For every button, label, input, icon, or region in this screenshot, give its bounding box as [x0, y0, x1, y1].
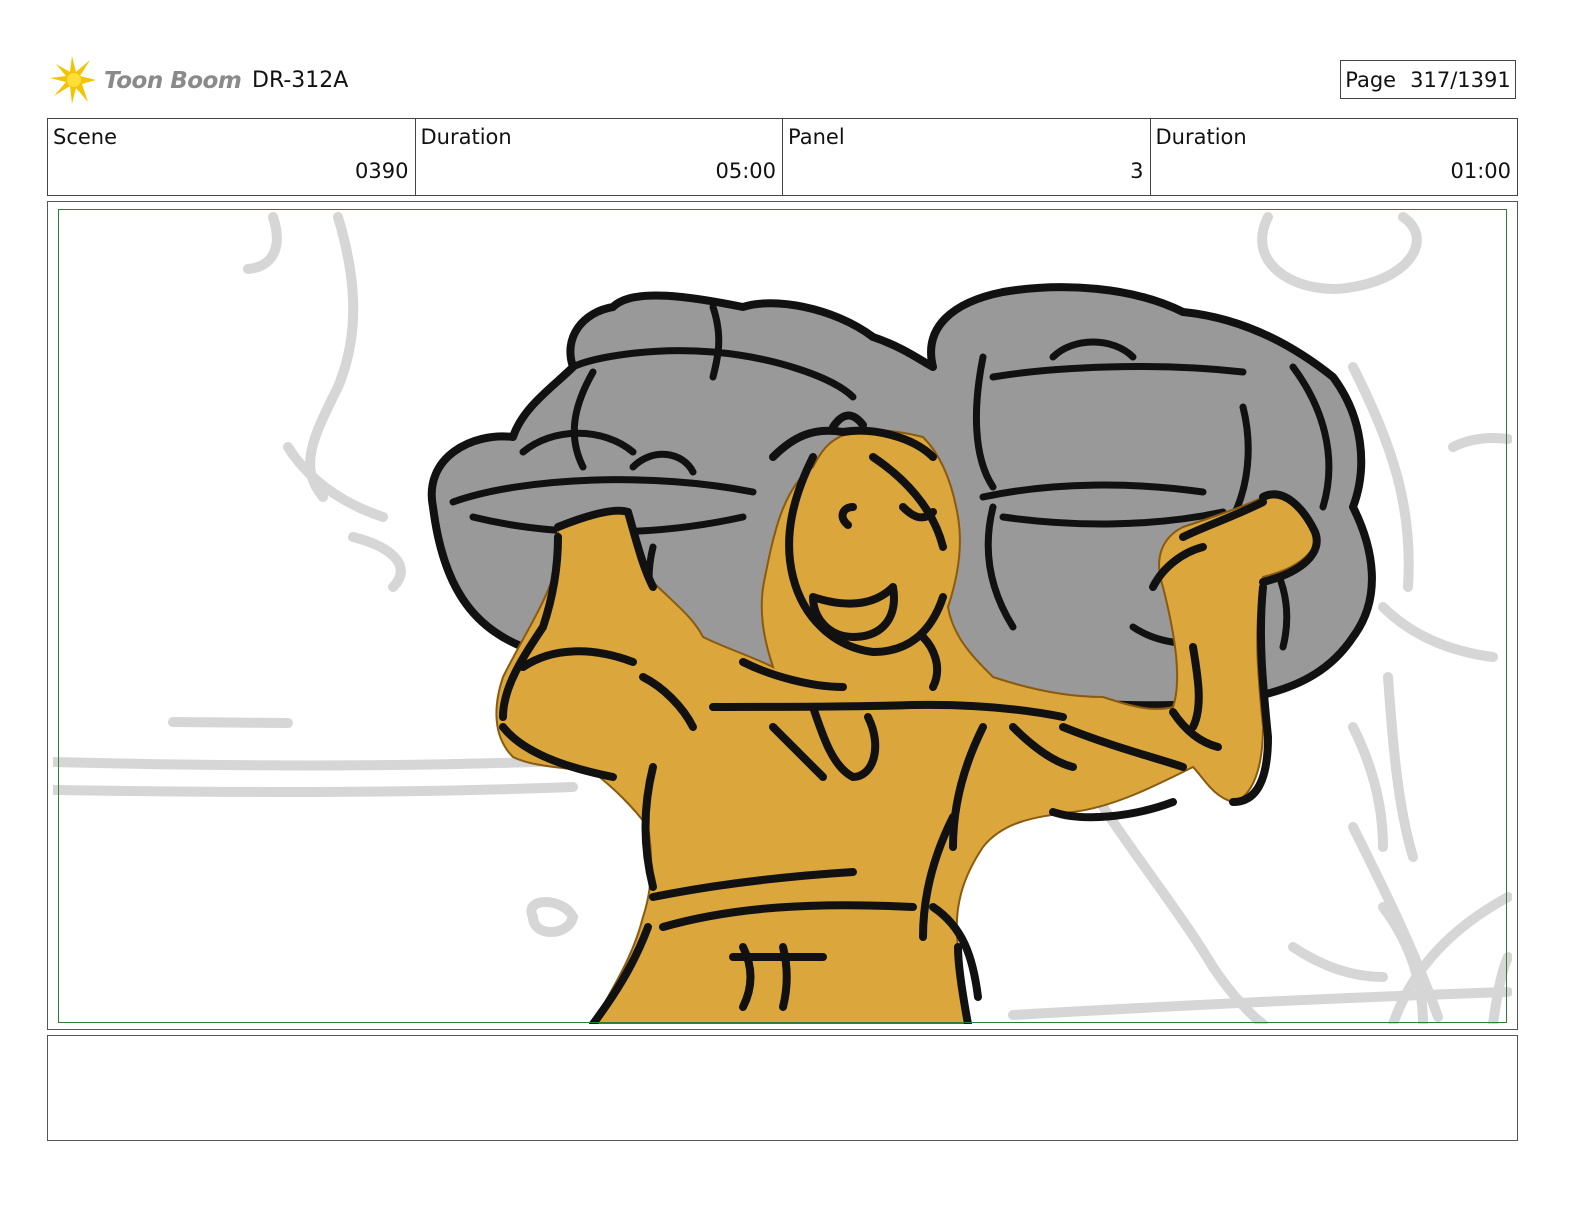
scene-value: 0390 [355, 159, 409, 183]
logo-text: Toon Boom [104, 68, 242, 94]
panel-cell: Panel 3 [783, 119, 1151, 195]
page-label: Page [1345, 67, 1397, 92]
scene-duration-value: 05:00 [715, 159, 776, 183]
panel-sketch [53, 212, 1512, 1024]
scene-label: Scene [53, 125, 118, 149]
panel-duration-label: Duration [1155, 125, 1247, 149]
document-code: DR-312A [252, 68, 349, 93]
scene-duration-label: Duration [420, 125, 512, 149]
toon-boom-logo: Toon Boom [50, 56, 242, 106]
page-number: 317/1391 [1410, 67, 1511, 92]
storyboard-panel [47, 201, 1518, 1030]
panel-duration-cell: Duration 01:00 [1151, 119, 1518, 195]
panel-label: Panel [788, 125, 845, 149]
starburst-icon [50, 56, 96, 104]
panel-value: 3 [1130, 159, 1144, 183]
panel-duration-value: 01:00 [1450, 159, 1511, 183]
scene-cell: Scene 0390 [48, 119, 416, 195]
page-indicator: Page 317/1391 [1340, 60, 1516, 99]
scene-duration-cell: Duration 05:00 [416, 119, 783, 195]
panel-notes-box [47, 1035, 1518, 1141]
scene-info-table: Scene 0390 Duration 05:00 Panel 3 Durati… [47, 118, 1518, 196]
